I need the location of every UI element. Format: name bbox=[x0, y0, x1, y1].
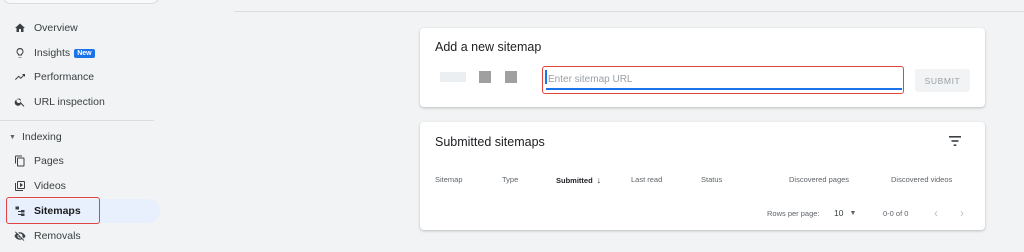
submitted-sitemaps-card: Submitted sitemaps Sitemap Type Submitte… bbox=[420, 122, 985, 230]
sidebar-divider bbox=[0, 120, 154, 121]
column-header-discovered-pages[interactable]: Discovered pages bbox=[789, 175, 849, 184]
column-header-sitemap[interactable]: Sitemap bbox=[435, 175, 463, 184]
column-header-submitted[interactable]: Submitted ↓ bbox=[556, 175, 601, 185]
section-label: Indexing bbox=[22, 131, 62, 143]
sidebar-item-videos[interactable]: Videos bbox=[0, 174, 160, 198]
submitted-sitemaps-title: Submitted sitemaps bbox=[435, 135, 545, 149]
sidebar-item-label: Overview bbox=[34, 22, 78, 34]
add-sitemap-card: Add a new sitemap SUBMIT bbox=[420, 28, 985, 107]
next-page-icon[interactable]: › bbox=[960, 206, 964, 220]
trending-up-icon bbox=[10, 71, 30, 83]
sidebar-item-label: Performance bbox=[34, 71, 95, 83]
video-icon bbox=[10, 180, 30, 192]
submit-button[interactable]: SUBMIT bbox=[915, 69, 970, 92]
add-sitemap-title: Add a new sitemap bbox=[435, 40, 542, 54]
url-prefix-redacted bbox=[505, 71, 517, 83]
highlight-box-sitemaps bbox=[6, 197, 100, 224]
filter-icon[interactable] bbox=[948, 134, 962, 146]
sidebar-item-pages[interactable]: Pages bbox=[0, 149, 160, 173]
new-badge: New bbox=[74, 48, 95, 58]
lightbulb-icon bbox=[10, 47, 30, 59]
rows-per-page-value: 10 bbox=[834, 208, 844, 218]
sidebar-item-overview[interactable]: Overview bbox=[0, 16, 160, 40]
column-header-last-read[interactable]: Last read bbox=[631, 175, 662, 184]
search-icon bbox=[10, 96, 30, 108]
column-header-type[interactable]: Type bbox=[502, 175, 518, 184]
home-icon bbox=[10, 22, 30, 34]
sidebar-item-performance[interactable]: Performance bbox=[0, 65, 160, 89]
pages-icon bbox=[10, 155, 30, 167]
column-header-label: Submitted bbox=[556, 176, 593, 185]
rows-per-page-select[interactable]: 10 ▼ bbox=[834, 208, 856, 218]
sidebar: Overview Insights New Performance URL in… bbox=[0, 0, 172, 252]
sort-arrow-down-icon: ↓ bbox=[596, 175, 602, 185]
column-header-discovered-videos[interactable]: Discovered videos bbox=[891, 175, 952, 184]
sidebar-item-label: Removals bbox=[34, 230, 81, 242]
property-selector[interactable] bbox=[2, 0, 160, 4]
sidebar-item-label: Videos bbox=[34, 180, 66, 192]
rows-per-page-label: Rows per page: bbox=[767, 209, 820, 218]
sidebar-item-removals[interactable]: Removals bbox=[0, 224, 160, 248]
pagination-range: 0-0 of 0 bbox=[883, 209, 909, 218]
sidebar-item-label: Insights bbox=[34, 47, 71, 59]
prev-page-icon[interactable]: ‹ bbox=[934, 206, 938, 220]
url-prefix-redacted bbox=[479, 71, 491, 83]
sidebar-item-insights[interactable]: Insights New bbox=[0, 41, 160, 65]
dropdown-arrow-icon: ▼ bbox=[849, 209, 857, 217]
column-header-status[interactable]: Status bbox=[701, 175, 722, 184]
sidebar-item-label: URL inspection bbox=[34, 96, 105, 108]
url-prefix-redacted bbox=[440, 72, 466, 82]
section-indexing[interactable]: ▼ Indexing bbox=[0, 129, 160, 145]
eye-off-icon bbox=[10, 230, 30, 242]
sidebar-item-url-inspection[interactable]: URL inspection bbox=[0, 90, 160, 114]
header-divider bbox=[234, 11, 1024, 12]
highlight-box-input bbox=[542, 66, 904, 94]
sidebar-item-label: Pages bbox=[34, 155, 64, 167]
caret-down-icon: ▼ bbox=[9, 133, 16, 141]
